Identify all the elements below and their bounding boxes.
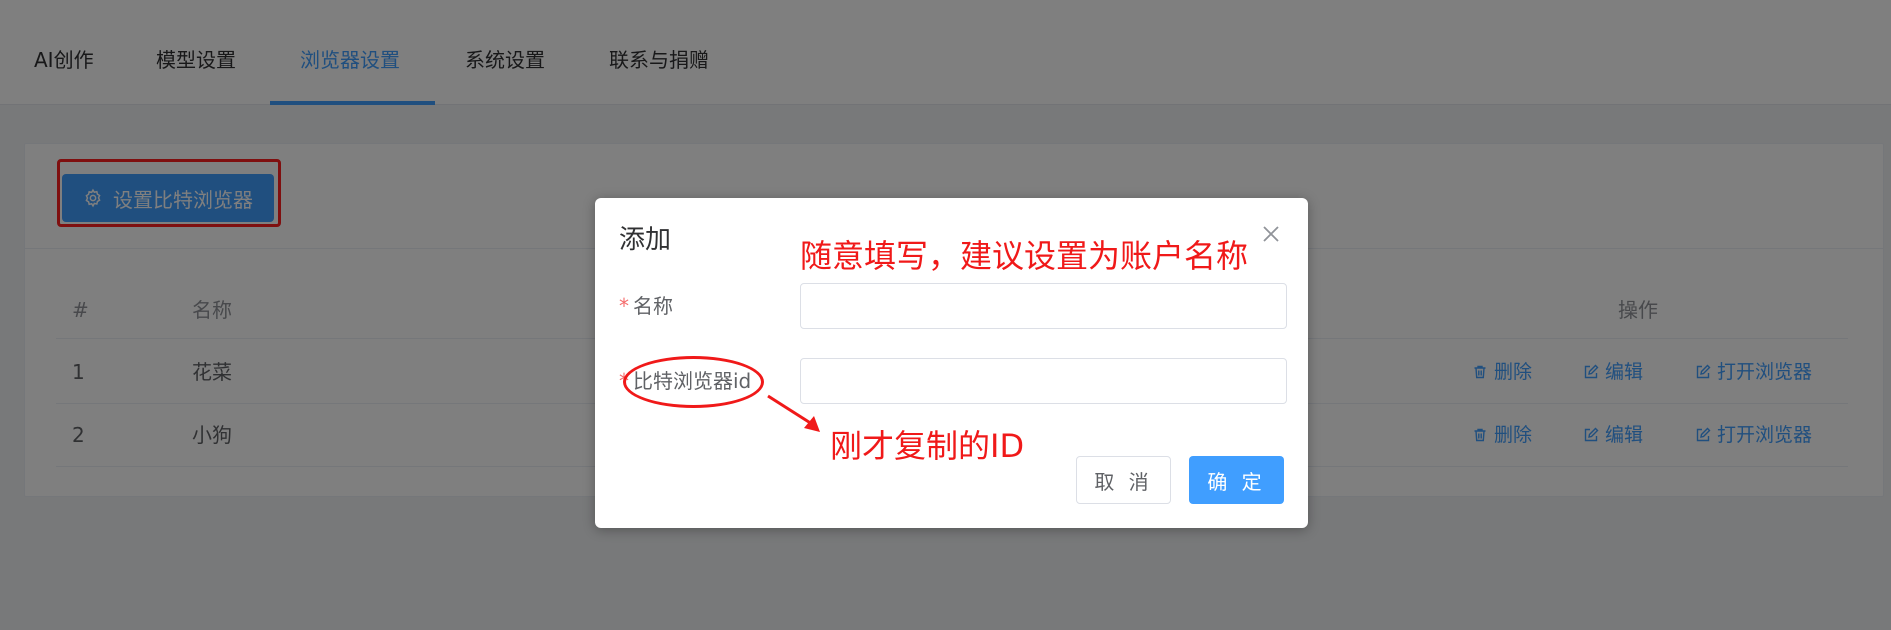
close-icon[interactable] xyxy=(1260,223,1282,245)
annotation-top-note: 随意填写，建议设置为账户名称 xyxy=(800,237,1249,275)
annotation-bottom-note: 刚才复制的ID xyxy=(830,427,1025,465)
bit-browser-id-input[interactable] xyxy=(800,358,1287,404)
confirm-button[interactable]: 确 定 xyxy=(1189,456,1284,504)
name-field-label: * 名称 xyxy=(619,292,673,320)
name-label-text: 名称 xyxy=(633,294,673,318)
required-mark: * xyxy=(619,294,629,318)
cancel-button[interactable]: 取 消 xyxy=(1076,456,1171,504)
annotation-arrow-icon xyxy=(767,394,820,432)
name-input[interactable] xyxy=(800,283,1287,329)
dialog-title: 添加 xyxy=(619,225,672,255)
annotation-ellipse xyxy=(623,356,764,408)
